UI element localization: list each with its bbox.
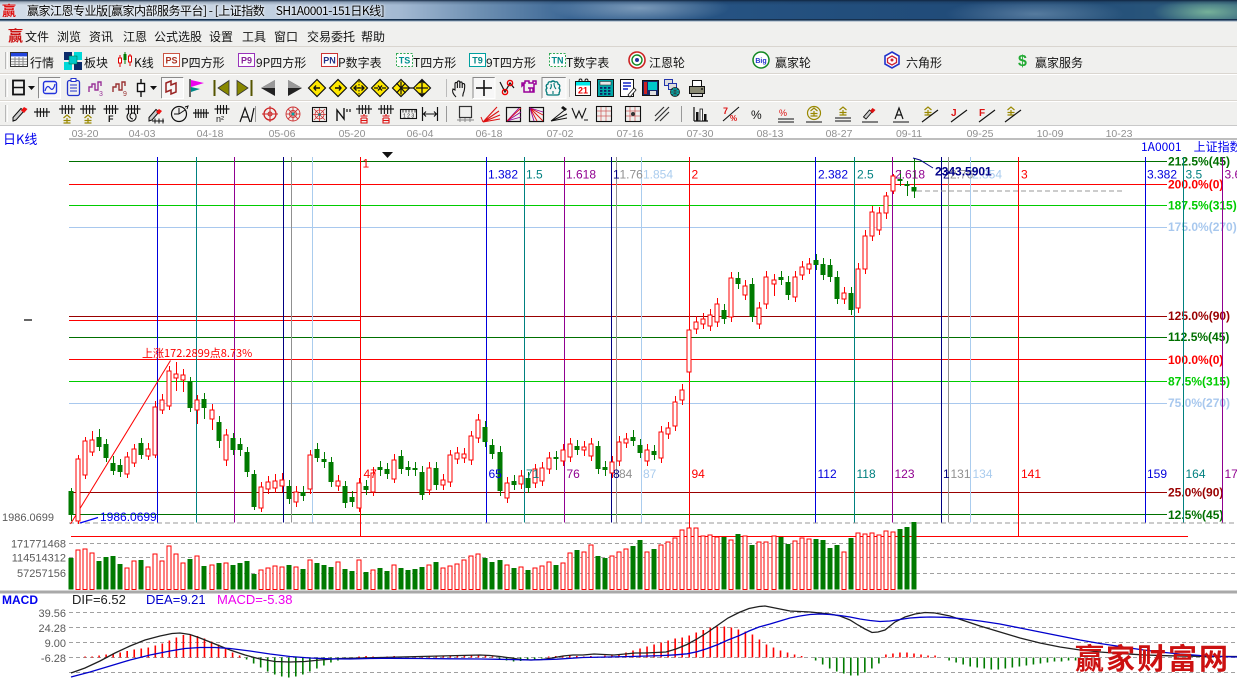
svg-text:1 2 3: 1 2 3 <box>403 114 414 120</box>
svg-text:2.382: 2.382 <box>818 168 848 182</box>
svg-text:100.0%(0): 100.0%(0) <box>1168 353 1223 367</box>
svg-text:3: 3 <box>99 91 103 98</box>
svg-text:07-16: 07-16 <box>617 128 644 140</box>
svg-text:131: 131 <box>951 467 971 481</box>
svg-text:04-03: 04-03 <box>129 128 156 140</box>
svg-text:164: 164 <box>1186 467 1206 481</box>
svg-text:F: F <box>108 114 114 124</box>
svg-text:159: 159 <box>1147 467 1167 481</box>
svg-text:94: 94 <box>692 467 706 481</box>
svg-text:MACD=-5.38: MACD=-5.38 <box>217 592 293 607</box>
svg-text:141: 141 <box>1021 467 1041 481</box>
svg-text:21: 21 <box>578 86 588 96</box>
svg-text:$: $ <box>1018 53 1027 70</box>
svg-text:3.618: 3.618 <box>1225 168 1237 182</box>
svg-text:%: % <box>751 108 762 122</box>
svg-text:Big: Big <box>755 58 766 65</box>
svg-text:76: 76 <box>567 467 581 481</box>
svg-text:9.00: 9.00 <box>45 638 66 650</box>
svg-text:39.56: 39.56 <box>38 608 66 620</box>
svg-text:%: % <box>730 114 737 123</box>
svg-text:08-13: 08-13 <box>757 128 784 140</box>
svg-text:84: 84 <box>619 467 633 481</box>
svg-text:10-23: 10-23 <box>1106 128 1133 140</box>
svg-text:T9: T9 <box>472 56 483 66</box>
svg-text:05-20: 05-20 <box>339 128 366 140</box>
svg-text:MACD: MACD <box>2 593 38 607</box>
svg-text:171771468: 171771468 <box>11 539 66 551</box>
svg-text:n²: n² <box>216 114 224 124</box>
svg-text:07-02: 07-02 <box>547 128 574 140</box>
svg-text:1: 1 <box>363 157 370 171</box>
svg-text:75.0%(270): 75.0%(270) <box>1168 396 1230 410</box>
svg-text:1.854: 1.854 <box>643 168 673 182</box>
svg-text:2343.5901: 2343.5901 <box>935 165 992 179</box>
svg-text:7: 7 <box>723 106 728 116</box>
svg-text:09-11: 09-11 <box>896 128 922 140</box>
svg-text:123: 123 <box>895 467 915 481</box>
svg-text:2.5: 2.5 <box>857 168 874 182</box>
svg-text:125.0%(90): 125.0%(90) <box>1168 309 1230 323</box>
svg-text:187.5%(315): 187.5%(315) <box>1168 199 1237 213</box>
svg-text:118: 118 <box>857 467 876 481</box>
svg-text:%: % <box>779 108 787 118</box>
svg-text:05-06: 05-06 <box>269 128 296 140</box>
svg-text:1: 1 <box>943 467 950 481</box>
svg-text:112.5%(45): 112.5%(45) <box>1168 330 1229 344</box>
svg-text:06-18: 06-18 <box>476 128 503 140</box>
svg-text:3.382: 3.382 <box>1147 168 1177 182</box>
svg-text:09-25: 09-25 <box>967 128 994 140</box>
svg-text:87: 87 <box>643 467 657 481</box>
svg-text:1986.0699: 1986.0699 <box>100 510 157 524</box>
svg-text:87.5%(315): 87.5%(315) <box>1168 375 1230 389</box>
svg-text:1.5: 1.5 <box>526 168 543 182</box>
svg-text:112: 112 <box>818 467 837 481</box>
svg-text:9: 9 <box>123 91 127 98</box>
svg-text:175.0%(270): 175.0%(270) <box>1168 220 1237 234</box>
svg-text:TN: TN <box>552 56 564 66</box>
svg-text:25.0%(90): 25.0%(90) <box>1168 485 1223 499</box>
svg-text:212.5%(45): 212.5%(45) <box>1168 155 1230 169</box>
svg-text:3.5: 3.5 <box>1186 168 1203 182</box>
svg-text:07-30: 07-30 <box>687 128 714 140</box>
svg-text:F: F <box>979 108 985 119</box>
svg-text:日K线: 日K线 <box>3 129 37 148</box>
svg-text:1.618: 1.618 <box>566 168 596 182</box>
svg-text:2: 2 <box>692 168 699 182</box>
svg-text:47: 47 <box>364 467 378 481</box>
svg-text:170: 170 <box>1225 467 1237 481</box>
svg-text:TS: TS <box>399 56 411 66</box>
svg-text:PS: PS <box>165 56 177 66</box>
svg-text:65: 65 <box>489 467 503 481</box>
svg-text:57257156: 57257156 <box>17 568 66 580</box>
svg-text:赢家财富网: 赢家财富网 <box>1075 636 1230 678</box>
svg-text:1A0001 上证指数: 1A0001 上证指数 <box>1141 138 1237 155</box>
svg-text:DEA=9.21: DEA=9.21 <box>146 592 206 607</box>
svg-text:114514312: 114514312 <box>12 553 66 565</box>
svg-text:03-20: 03-20 <box>72 128 99 140</box>
svg-text:P9: P9 <box>241 56 252 66</box>
svg-text:PN: PN <box>323 56 336 66</box>
svg-text:71: 71 <box>526 467 540 481</box>
svg-text:1.76: 1.76 <box>620 168 644 182</box>
svg-text:12.5%(45): 12.5%(45) <box>1168 508 1223 522</box>
svg-text:24.28: 24.28 <box>38 623 66 635</box>
svg-text:04-18: 04-18 <box>197 128 224 140</box>
svg-text:2.618: 2.618 <box>895 168 925 182</box>
svg-text:J: J <box>951 108 957 119</box>
svg-text:-6.28: -6.28 <box>41 653 66 665</box>
svg-text:1986.0699: 1986.0699 <box>2 512 54 524</box>
svg-text:134: 134 <box>973 467 993 481</box>
svg-text:3: 3 <box>1021 168 1028 182</box>
svg-text:DIF=6.52: DIF=6.52 <box>72 592 126 607</box>
svg-text:08-27: 08-27 <box>826 128 853 140</box>
svg-text:06-04: 06-04 <box>407 128 434 140</box>
svg-text:1.382: 1.382 <box>488 168 518 182</box>
svg-text:10-09: 10-09 <box>1037 128 1064 140</box>
svg-text:上涨172.2899点8.73%: 上涨172.2899点8.73% <box>142 345 252 361</box>
